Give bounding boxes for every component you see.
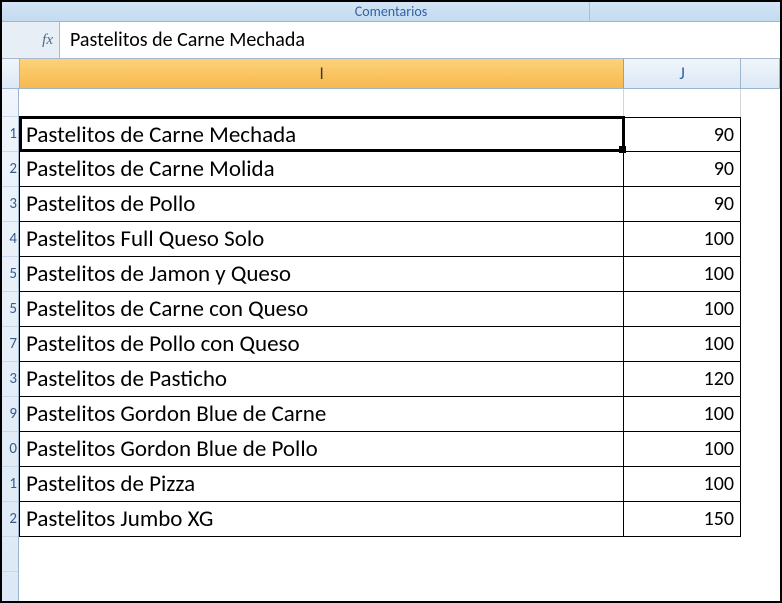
cell[interactable] — [741, 362, 780, 397]
cell[interactable]: Pastelitos Full Queso Solo — [19, 222, 624, 257]
cell[interactable]: 100 — [624, 222, 741, 257]
cells-area[interactable]: Pastelitos de Carne Mechada 90 Pastelito… — [19, 89, 780, 601]
cell[interactable]: 150 — [624, 502, 741, 537]
cell[interactable]: Pastelitos de Jamon y Queso — [19, 257, 624, 292]
table-row: Pastelitos Jumbo XG 150 — [19, 502, 780, 537]
column-header-k[interactable] — [741, 59, 780, 88]
cell[interactable]: 90 — [624, 117, 741, 152]
cell[interactable]: 120 — [624, 362, 741, 397]
fx-label: fx — [42, 32, 53, 49]
formula-input[interactable]: Pastelitos de Carne Mechada — [60, 22, 780, 58]
cell[interactable]: Pastelitos Gordon Blue de Pollo — [19, 432, 624, 467]
table-row — [19, 89, 780, 117]
cell[interactable]: 100 — [624, 327, 741, 362]
select-all-corner[interactable] — [2, 59, 20, 88]
table-row: Pastelitos Gordon Blue de Pollo 100 — [19, 432, 780, 467]
row-header[interactable]: 5 — [2, 292, 18, 327]
cell[interactable] — [741, 222, 780, 257]
table-row: Pastelitos Gordon Blue de Carne 100 — [19, 397, 780, 432]
table-row: Pastelitos de Pasticho 120 — [19, 362, 780, 397]
ribbon-group-label: Comentarios — [355, 3, 427, 20]
cell[interactable] — [741, 397, 780, 432]
row-header[interactable]: 3 — [2, 187, 18, 222]
row-header[interactable]: 0 — [2, 432, 18, 467]
cell[interactable] — [19, 89, 624, 117]
cell[interactable]: Pastelitos de Pasticho — [19, 362, 624, 397]
row-header[interactable]: 2 — [2, 502, 18, 537]
cell[interactable] — [741, 327, 780, 362]
cell[interactable] — [741, 432, 780, 467]
cell[interactable] — [741, 117, 780, 152]
row-header[interactable]: 7 — [2, 327, 18, 362]
cell[interactable]: 100 — [624, 397, 741, 432]
cell[interactable] — [741, 467, 780, 502]
row-header[interactable]: 4 — [2, 222, 18, 257]
column-header-i[interactable]: I — [20, 59, 624, 88]
table-row: Pastelitos de Carne Molida 90 — [19, 152, 780, 187]
cell[interactable]: 100 — [624, 292, 741, 327]
table-row: Pastelitos de Pollo con Queso 100 — [19, 327, 780, 362]
cell[interactable]: Pastelitos Jumbo XG — [19, 502, 624, 537]
row-header[interactable]: 1 — [2, 467, 18, 502]
row-header[interactable]: 2 — [2, 152, 18, 187]
column-header-j[interactable]: J — [624, 59, 741, 88]
cell[interactable] — [741, 187, 780, 222]
cell[interactable]: Pastelitos de Pizza — [19, 467, 624, 502]
ribbon-group: Comentarios — [2, 2, 780, 22]
cell[interactable]: 100 — [624, 467, 741, 502]
cell[interactable]: Pastelitos de Carne Mechada — [19, 117, 624, 152]
cell[interactable]: 90 — [624, 152, 741, 187]
cell[interactable] — [624, 89, 741, 117]
cell[interactable] — [741, 257, 780, 292]
table-row: Pastelitos de Pizza 100 — [19, 467, 780, 502]
table-row: Pastelitos de Jamon y Queso 100 — [19, 257, 780, 292]
row-header[interactable]: 1 — [2, 117, 18, 152]
row-header[interactable]: 5 — [2, 257, 18, 292]
column-headers: I J — [2, 59, 780, 89]
table-row: Pastelitos de Carne Mechada 90 — [19, 117, 780, 152]
cell[interactable] — [741, 152, 780, 187]
cell[interactable]: 100 — [624, 432, 741, 467]
cell[interactable]: Pastelitos de Carne con Queso — [19, 292, 624, 327]
cell[interactable]: Pastelitos de Pollo — [19, 187, 624, 222]
cell[interactable]: Pastelitos Gordon Blue de Carne — [19, 397, 624, 432]
grid-area: 1 2 3 4 5 5 7 3 9 0 1 2 Pastelitos de Ca… — [2, 89, 780, 601]
row-header[interactable]: 3 — [2, 362, 18, 397]
table-row: Pastelitos Full Queso Solo 100 — [19, 222, 780, 257]
row-header[interactable] — [2, 537, 18, 572]
formula-value: Pastelitos de Carne Mechada — [70, 28, 305, 52]
row-header[interactable] — [2, 89, 18, 117]
fx-button[interactable]: fx — [2, 22, 60, 58]
formula-bar: fx Pastelitos de Carne Mechada — [2, 22, 780, 59]
table-row: Pastelitos de Carne con Queso 100 — [19, 292, 780, 327]
cell[interactable]: 90 — [624, 187, 741, 222]
cell[interactable] — [741, 502, 780, 537]
row-header[interactable]: 9 — [2, 397, 18, 432]
cell[interactable]: Pastelitos de Carne Molida — [19, 152, 624, 187]
cell[interactable]: 100 — [624, 257, 741, 292]
row-headers: 1 2 3 4 5 5 7 3 9 0 1 2 — [2, 89, 19, 601]
table-row: Pastelitos de Pollo 90 — [19, 187, 780, 222]
cell[interactable] — [741, 292, 780, 327]
cell[interactable]: Pastelitos de Pollo con Queso — [19, 327, 624, 362]
